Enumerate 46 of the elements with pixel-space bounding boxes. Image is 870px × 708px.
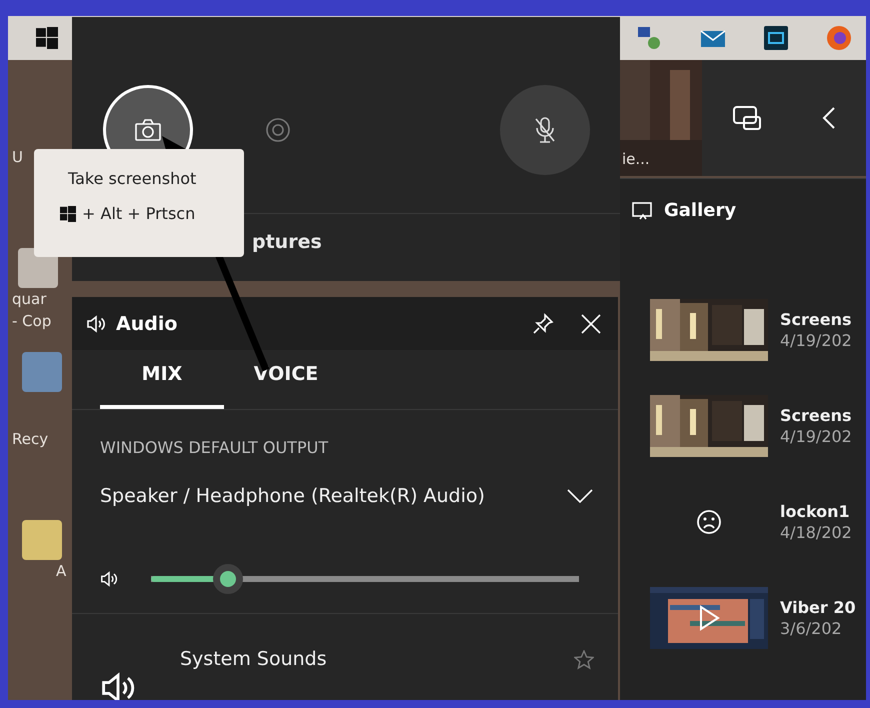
desktop-icon-label: quar (12, 289, 48, 310)
audio-tab[interactable]: VOICE (224, 350, 348, 409)
record-button[interactable] (263, 115, 293, 145)
chevron-left-icon[interactable] (822, 106, 836, 130)
desktop-icon-label: A (56, 561, 68, 582)
capture-name: Viber 20 (780, 598, 856, 617)
windows-logo-icon (36, 27, 58, 49)
sad-face-icon (696, 509, 722, 535)
record-icon (265, 117, 291, 143)
desktop-icon-label: Recy (12, 429, 50, 450)
favorite-star-icon[interactable] (574, 650, 594, 670)
capture-name: Screens (780, 406, 852, 425)
widget-title: Audio (116, 312, 178, 334)
windows-logo-icon (60, 206, 76, 222)
window-caption: ie... (622, 149, 650, 170)
speaker-icon (100, 670, 136, 700)
capture-date: 4/19/202 (780, 427, 852, 446)
photoshop-icon (764, 26, 788, 50)
firefox-icon (826, 25, 852, 51)
capture-date: 4/19/202 (780, 331, 852, 350)
chevron-down-icon (566, 488, 594, 504)
network-icon (636, 25, 662, 51)
gallery-icon (632, 200, 654, 220)
desktop-icon-label: - Cop (12, 311, 52, 332)
capture-name: Screens (780, 310, 852, 329)
play-icon (698, 605, 720, 631)
recycle-bin-icon (22, 352, 62, 392)
app-name: System Sounds (180, 648, 327, 670)
capture-date: 3/6/202 (780, 619, 843, 638)
folder-icon (22, 520, 62, 560)
section-label: WINDOWS DEFAULT OUTPUT (99, 437, 330, 457)
desktop-icon-label: U (12, 147, 24, 168)
mic-muted-icon (533, 116, 557, 144)
panel-title: Gallery (664, 200, 736, 221)
speaker-icon (86, 314, 106, 334)
capture-name: lockon1 (780, 502, 851, 521)
camera-icon (135, 119, 161, 141)
capture-date: 4/18/202 (780, 523, 852, 542)
output-device-dropdown[interactable]: Speaker / Headphone (Realtek(R) Audio) (72, 457, 618, 507)
shortcut-text: + Alt + Prtscn (82, 204, 196, 223)
widget-menu-icon[interactable] (732, 105, 762, 131)
volume-thumb[interactable] (213, 564, 244, 594)
speaker-icon (100, 570, 118, 588)
section-heading: ptures (251, 230, 323, 253)
audio-tab[interactable]: MIX (100, 350, 224, 409)
tooltip-title: Take screenshot (68, 169, 198, 188)
